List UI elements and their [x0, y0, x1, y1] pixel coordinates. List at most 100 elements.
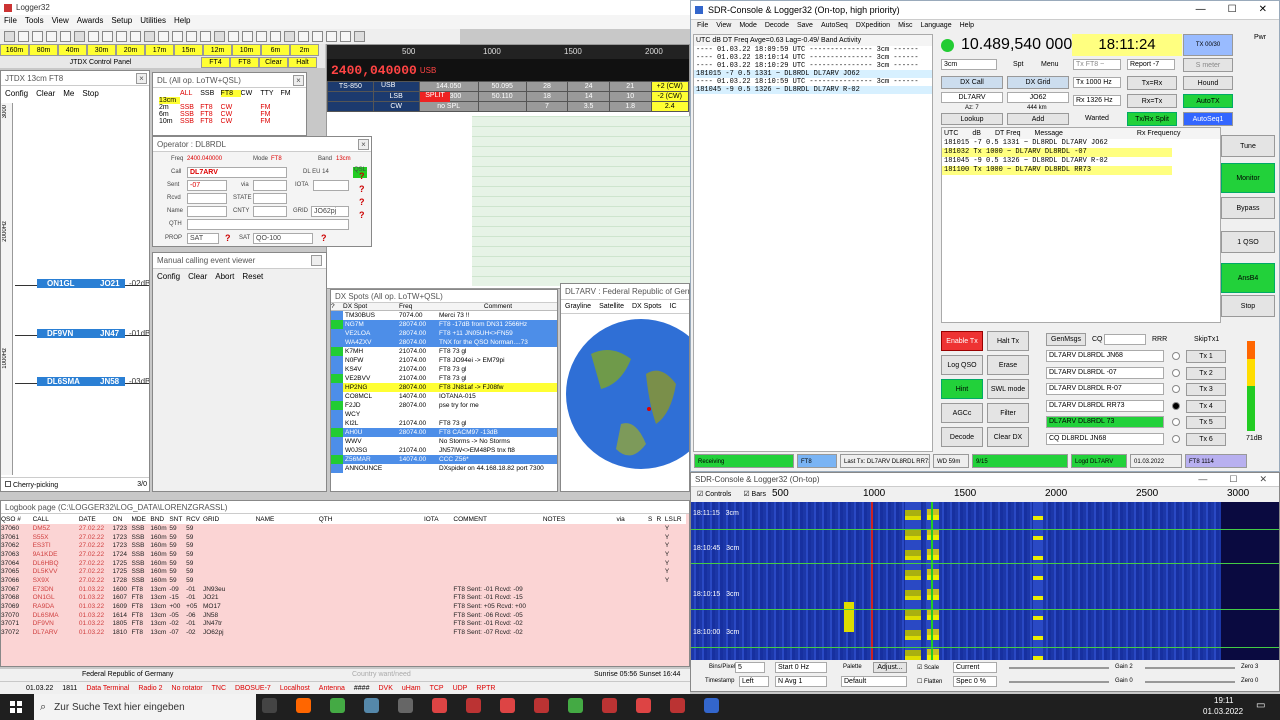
- side-button[interactable]: 1 QSO: [1221, 231, 1275, 253]
- flatten-checkbox[interactable]: ☐ Flatten: [917, 678, 942, 685]
- rrr-checkbox[interactable]: RRR: [1152, 336, 1167, 343]
- side-button[interactable]: Bypass: [1221, 197, 1275, 219]
- taskbar-app-icon[interactable]: [670, 698, 685, 713]
- radio-cell[interactable]: [477, 101, 527, 112]
- dx-spot-row[interactable]: ANNOUNCE DXspider on 44.168.18.82 port 73…: [331, 463, 557, 473]
- dx-spot-row[interactable]: W0JSG 21074.00 JN57IW<>EM48PS tnx ft8: [331, 445, 557, 455]
- tx-button[interactable]: Tx 2: [1186, 366, 1226, 380]
- status-item[interactable]: TNC: [212, 685, 226, 692]
- dx-call-button[interactable]: DX Call: [941, 76, 1003, 89]
- toolbar-icon[interactable]: [74, 31, 85, 42]
- radio-cell[interactable]: 28: [525, 81, 569, 92]
- menu-checkbox[interactable]: Menu: [1041, 61, 1059, 68]
- rx-line[interactable]: 181015 -7 0.5 1331 ~ DL8RDL DL7ARV JO62: [942, 139, 1172, 148]
- dx-spot-row[interactable]: KS4V 21074.00 FT8 73 gl: [331, 364, 557, 374]
- side-button[interactable]: AnsB4: [1221, 263, 1275, 293]
- tx-eq-rx-button[interactable]: Tx=Rx: [1127, 76, 1177, 90]
- close-icon[interactable]: [311, 255, 322, 266]
- tx-button[interactable]: Tx 5: [1186, 416, 1226, 429]
- taskbar-search[interactable]: ⌕ Zur Suche Text hier eingeben: [34, 694, 256, 720]
- spt-checkbox[interactable]: Spt: [1013, 61, 1024, 68]
- control-button[interactable]: Log QSO: [941, 355, 983, 375]
- radio-cell[interactable]: 3.5: [567, 101, 610, 112]
- radio-cell[interactable]: 14: [567, 91, 610, 102]
- taskbar-app-icon[interactable]: [704, 698, 719, 713]
- side-button[interactable]: Tune: [1221, 135, 1275, 157]
- close-icon[interactable]: ×: [358, 139, 369, 150]
- toolbar-icon[interactable]: [242, 31, 253, 42]
- help-icon[interactable]: ?: [359, 171, 365, 181]
- band-button[interactable]: 10m: [232, 44, 261, 56]
- menu-item[interactable]: Setup: [111, 16, 132, 28]
- log-row[interactable]: 37063 9A1KDE 27.02.22 1724 SSB 160m 59 59 Y: [1, 550, 686, 559]
- prop-input[interactable]: SAT: [187, 233, 219, 244]
- column-header[interactable]: NAME: [255, 514, 319, 524]
- status-item[interactable]: TCP: [430, 685, 444, 692]
- navg-spinner[interactable]: N Avg 1: [775, 676, 827, 687]
- globe-tab[interactable]: DX Spots: [632, 303, 662, 310]
- split-badge[interactable]: SPLIT: [420, 92, 450, 102]
- band-select[interactable]: 3cm: [941, 59, 997, 70]
- rx-line[interactable]: 181100 Tx 1000 ~ DL7ARV DL8RDL RR73: [942, 166, 1172, 175]
- log-row[interactable]: 37060 DM5Z 27.02.22 1723 SSB 160m 59 59 Y: [1, 524, 686, 533]
- toolbar-icon[interactable]: [172, 31, 183, 42]
- hound-button[interactable]: Hound: [1183, 76, 1233, 90]
- toolbar-icon[interactable]: [228, 31, 239, 42]
- menu-item[interactable]: Decode: [765, 22, 789, 29]
- toolbar-icon[interactable]: [354, 31, 365, 42]
- radio-cell[interactable]: no SPL: [418, 101, 479, 112]
- band-activity-line[interactable]: ---- 01.03.22 18:10:59 UTC -------------…: [694, 78, 932, 86]
- band-activity-line[interactable]: 181015 -7 0.5 1331 ~ DL8RDL DL7ARV JO62: [694, 70, 932, 78]
- help-icon[interactable]: ?: [359, 210, 365, 220]
- rx-line[interactable]: 181045 -9 0.5 1326 ~ DL8RDL DL7ARV R-02: [942, 157, 1172, 166]
- toolbar-icon[interactable]: [312, 31, 323, 42]
- log-row[interactable]: 37061 S55X 27.02.22 1723 SSB 160m 59 59 Y: [1, 533, 686, 542]
- mode-usb[interactable]: USB: [381, 82, 395, 89]
- dx-spot-row[interactable]: AH0U 28074.00 FT8 CACM97 -13dB: [331, 427, 557, 437]
- taskbar-app-icon[interactable]: [636, 698, 651, 713]
- radio-cell[interactable]: 1.8: [608, 101, 652, 112]
- rx-line[interactable]: 181032 Tx 1000 ~ DL7ARV DL8RDL -07: [942, 148, 1172, 157]
- status-item[interactable]: Data Terminal: [86, 685, 129, 692]
- toolbar-icon[interactable]: [200, 31, 211, 42]
- status-item[interactable]: No rotator: [172, 685, 203, 692]
- log-row[interactable]: 37072 DL7ARV 01.03.22 1810 FT8 13cm -07 -02 JO62…: [1, 628, 686, 637]
- taskbar-app-icon[interactable]: [296, 698, 311, 713]
- zero0-slider[interactable]: [1145, 681, 1235, 683]
- control-button[interactable]: Hint: [941, 379, 983, 399]
- jtdx-call[interactable]: DL6SMA JN58 -03dB: [37, 377, 149, 386]
- timestamp-select[interactable]: Left: [739, 676, 769, 687]
- radio-cell[interactable]: [327, 91, 374, 102]
- toolbar-icon[interactable]: [60, 31, 71, 42]
- adjust-button[interactable]: Adjust...: [873, 662, 907, 673]
- menu-item[interactable]: View: [716, 22, 731, 29]
- band-button[interactable]: 160m: [0, 44, 29, 56]
- control-button[interactable]: Enable Tx: [941, 331, 983, 351]
- dx-spot-row[interactable]: CO8MCL 14074.00 IOTANA-015: [331, 391, 557, 401]
- ft4-button[interactable]: FT4: [201, 56, 230, 68]
- tx-freq-spinner[interactable]: Tx 1000 Hz: [1073, 77, 1121, 88]
- toolbar-icon[interactable]: [214, 31, 225, 42]
- tx-message-input[interactable]: DL7ARV DL8RDL RR73: [1046, 399, 1164, 412]
- scale-checkbox[interactable]: ☑ Scale: [917, 664, 939, 671]
- band-button[interactable]: 12m: [203, 44, 232, 56]
- dx-spot-row[interactable]: KI2L 21074.00 FT8 73 gl: [331, 418, 557, 428]
- dx-spot-row[interactable]: WA4ZXV 28074.00 TNX for the QSO Norman....…: [331, 337, 557, 347]
- tx-radio[interactable]: [1172, 368, 1180, 377]
- menu-item[interactable]: View: [52, 16, 69, 28]
- menu-item[interactable]: Clear: [188, 272, 207, 281]
- rx-freq-spinner[interactable]: Rx 1326 Hz: [1073, 95, 1121, 106]
- toolbar-icon[interactable]: [340, 31, 351, 42]
- band-button[interactable]: 30m: [87, 44, 116, 56]
- spec-spinner[interactable]: Spec 0 %: [953, 676, 997, 687]
- globe-tab[interactable]: Satellite: [599, 303, 624, 310]
- rcvd-input[interactable]: [187, 193, 227, 204]
- dx-spot-row[interactable]: WCY: [331, 409, 557, 419]
- toolbar-icon[interactable]: [116, 31, 127, 42]
- log-row[interactable]: 37065 DL5KVV 27.02.22 1725 SSB 160m 59 59 Y: [1, 567, 686, 576]
- status-item[interactable]: UDP: [453, 685, 468, 692]
- tx-message-input[interactable]: DL7ARV DL8RDL JN68: [1046, 350, 1164, 362]
- jtdx-call[interactable]: ON1GL JO21 -02dB: [37, 279, 149, 288]
- tx-button[interactable]: Tx 4: [1186, 399, 1226, 413]
- column-header[interactable]: Comment: [439, 303, 557, 311]
